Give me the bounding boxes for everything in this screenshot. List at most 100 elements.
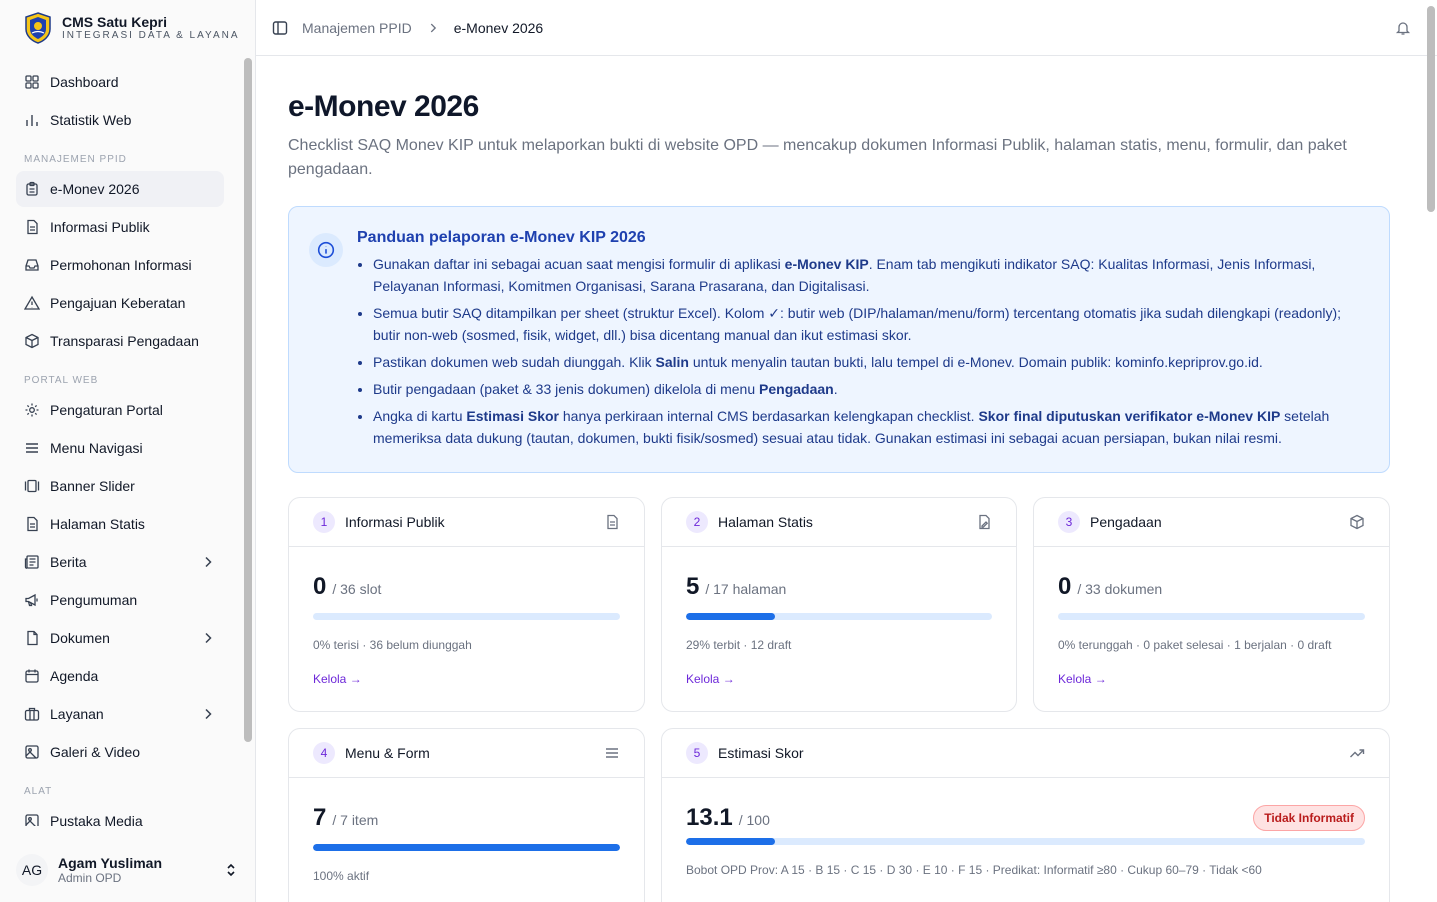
- sidebar-item-label: Pustaka Media: [50, 813, 143, 826]
- sidebar-nav: Dashboard Statistik Web MANAJEMEN PPID e…: [0, 64, 240, 826]
- inbox-icon: [24, 257, 40, 273]
- card-title: Halaman Statis: [718, 514, 813, 530]
- breadcrumb-parent[interactable]: Manajemen PPID: [302, 20, 412, 36]
- sidebar-item-label: Pengajuan Keberatan: [50, 295, 186, 311]
- alert-triangle-icon: [24, 295, 40, 311]
- avatar: AG: [16, 854, 48, 886]
- card-value: 0: [313, 573, 327, 600]
- progress-bar: [313, 844, 620, 851]
- brand[interactable]: CMS Satu Kepri INTEGRASI DATA & LAYANA..…: [0, 0, 255, 56]
- progress-bar: [686, 838, 1365, 845]
- file-pen-icon: [979, 514, 990, 530]
- summary-cards: 1 Informasi Publik 0 / 36 slot 0% terisi …: [288, 497, 1390, 902]
- sidebar-item-label: Informasi Publik: [50, 219, 150, 235]
- guide-item: Semua butir SAQ ditampilkan per sheet (s…: [373, 302, 1369, 346]
- kelola-link[interactable]: Kelola →: [686, 672, 735, 686]
- card-meta: 100% aktif: [313, 869, 370, 883]
- sidebar-item-halaman-statis[interactable]: Halaman Statis: [16, 506, 224, 542]
- sidebar-item-dokumen[interactable]: Dokumen: [16, 620, 224, 656]
- card-number: 5: [686, 742, 708, 764]
- sidebar: CMS Satu Kepri INTEGRASI DATA & LAYANA..…: [0, 0, 256, 902]
- user-menu[interactable]: AG Agam Yusliman Admin OPD: [0, 838, 255, 902]
- card-unit: / 7 item: [332, 812, 379, 828]
- chevron-right-icon[interactable]: [200, 706, 216, 722]
- sidebar-item-emonev[interactable]: e-Monev 2026: [16, 171, 224, 207]
- trending-up-icon: [1350, 749, 1365, 758]
- progress-fill: [686, 613, 775, 620]
- card-meta: 0% terisi · 36 belum diunggah: [313, 638, 472, 652]
- card-unit: / 36 slot: [332, 581, 382, 597]
- card-informasi-publik: 1 Informasi Publik 0 / 36 slot 0% terisi …: [288, 497, 645, 712]
- package-icon: [1350, 514, 1364, 530]
- sidebar-scrollbar[interactable]: [244, 58, 252, 742]
- card-pengadaan: 3 Pengadaan 0 / 33 dokumen 0% terunggah ·…: [1033, 497, 1390, 712]
- chevrons-up-down-icon[interactable]: [223, 862, 239, 878]
- sidebar-item-label: Menu Navigasi: [50, 440, 143, 456]
- image-icon: [24, 813, 40, 826]
- sidebar-item-banner-slider[interactable]: Banner Slider: [16, 468, 224, 504]
- sidebar-item-layanan[interactable]: Layanan: [16, 696, 224, 732]
- guide-list: Gunakan daftar ini sebagai acuan saat me…: [357, 253, 1369, 449]
- topbar: Manajemen PPID e-Monev 2026: [256, 0, 1437, 56]
- sidebar-item-pengaturan-portal[interactable]: Pengaturan Portal: [16, 392, 224, 428]
- card-meta: Bobot OPD Prov: A 15 · B 15 · C 15 · D 3…: [686, 863, 1262, 877]
- file-text-icon: [24, 219, 40, 235]
- page-scrollbar[interactable]: [1427, 6, 1435, 212]
- sidebar-item-label: Layanan: [50, 706, 104, 722]
- package-icon: [24, 333, 40, 349]
- sidebar-item-label: Transparasi Pengadaan: [50, 333, 199, 349]
- sidebar-item-keberatan[interactable]: Pengajuan Keberatan: [16, 285, 224, 321]
- sidebar-item-label: Galeri & Video: [50, 744, 141, 760]
- card-number: 1: [313, 511, 335, 533]
- sidebar-item-statistik-web[interactable]: Statistik Web: [16, 102, 224, 138]
- kelola-link[interactable]: Kelola →: [313, 672, 362, 686]
- status-badge: Tidak Informatif: [1253, 805, 1365, 831]
- calendar-icon: [24, 668, 40, 684]
- score-value: 13.1: [686, 804, 733, 831]
- sidebar-item-label: Agenda: [50, 668, 99, 684]
- guide-item: Pastikan dokumen web sudah diunggah. Kli…: [373, 351, 1369, 373]
- sidebar-item-informasi-publik[interactable]: Informasi Publik: [16, 209, 224, 245]
- image-icon: [24, 744, 40, 760]
- sidebar-item-label: Halaman Statis: [50, 516, 145, 532]
- sidebar-item-label: Pengaturan Portal: [50, 402, 163, 418]
- card-title: Pengadaan: [1090, 514, 1162, 530]
- guide-item: Angka di kartu Estimasi Skor hanya perki…: [373, 405, 1369, 449]
- card-halaman-statis: 2 Halaman Statis 5 / 17 halaman 29% terbi…: [661, 497, 1017, 712]
- sidebar-item-pustaka-media[interactable]: Pustaka Media: [16, 803, 224, 826]
- menu-icon: [24, 440, 40, 456]
- bar-chart-icon: [24, 112, 40, 128]
- card-value: 5: [686, 573, 700, 600]
- card-number: 2: [686, 511, 708, 533]
- progress-bar: [1058, 613, 1365, 620]
- user-name: Agam Yusliman: [58, 855, 163, 871]
- brand-title: CMS Satu Kepri: [62, 13, 168, 30]
- sidebar-item-agenda[interactable]: Agenda: [16, 658, 224, 694]
- sidebar-item-pengumuman[interactable]: Pengumuman: [16, 582, 224, 618]
- page-title: e-Monev 2026: [288, 90, 479, 123]
- nav-group-label: ALAT: [24, 786, 53, 797]
- guide-item: Butir pengadaan (paket & 33 jenis dokume…: [373, 378, 1369, 400]
- card-number: 4: [313, 742, 335, 764]
- chevron-right-icon[interactable]: [200, 554, 216, 570]
- progress-fill: [313, 844, 620, 851]
- sidebar-item-pengadaan[interactable]: Transparasi Pengadaan: [16, 323, 224, 359]
- guide-item: Gunakan daftar ini sebagai acuan saat me…: [373, 253, 1369, 297]
- sidebar-item-label: Banner Slider: [50, 478, 135, 494]
- bell-icon[interactable]: [1395, 20, 1411, 36]
- kelola-link[interactable]: Kelola →: [1058, 672, 1107, 686]
- card-menu-form: 4 Menu & Form 7 / 7 item 100% aktif: [288, 728, 645, 902]
- sidebar-item-permohonan[interactable]: Permohonan Informasi: [16, 247, 224, 283]
- sidebar-item-dashboard[interactable]: Dashboard: [16, 64, 224, 100]
- sidebar-item-label: Pengumuman: [50, 592, 138, 608]
- sidebar-toggle-icon[interactable]: [272, 20, 288, 36]
- sidebar-item-galeri[interactable]: Galeri & Video: [16, 734, 224, 770]
- chevron-right-icon[interactable]: [200, 630, 216, 646]
- sidebar-item-menu-navigasi[interactable]: Menu Navigasi: [16, 430, 224, 466]
- briefcase-icon: [24, 706, 40, 722]
- sidebar-item-berita[interactable]: Berita: [16, 544, 224, 580]
- nav-group-label: MANAJEMEN PPID: [24, 154, 127, 165]
- brand-subtitle: INTEGRASI DATA & LAYANA...: [62, 30, 239, 42]
- score-unit: / 100: [738, 812, 770, 828]
- card-value: 0: [1058, 573, 1072, 600]
